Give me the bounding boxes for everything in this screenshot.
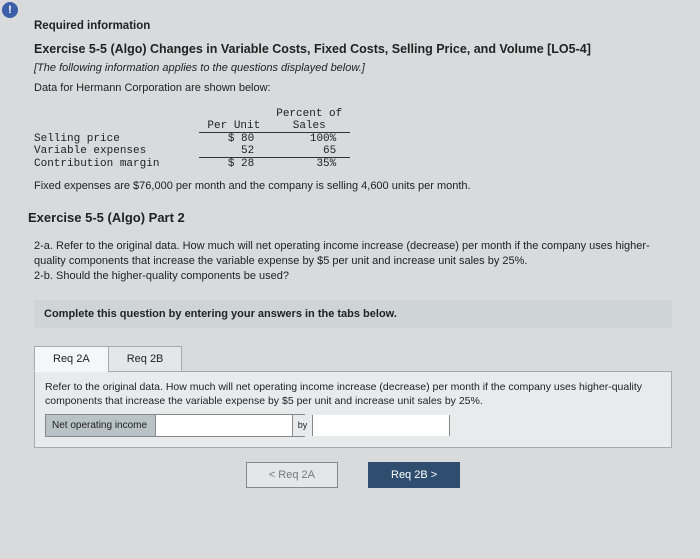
row-pct: 100% [268,133,350,146]
fixed-expenses-note: Fixed expenses are $76,000 per month and… [34,180,672,192]
row-pct: 35% [268,158,350,171]
tab-req-2b[interactable]: Req 2B [108,346,183,372]
row-label: Contribution margin [34,158,199,171]
nav-row: < Req 2A Req 2B > [34,462,672,488]
row-per-unit: 52 [199,145,268,158]
row-label: Selling price [34,133,199,146]
answer-label: Net operating income [46,415,156,437]
exercise-content: Required information Exercise 5-5 (Algo)… [0,0,700,498]
part-title: Exercise 5-5 (Algo) Part 2 [28,210,672,225]
exercise-title: Exercise 5-5 (Algo) Changes in Variable … [34,42,672,56]
panel-question-text: Refer to the original data. How much wil… [45,380,661,408]
noi-by-input[interactable] [313,415,450,437]
complete-instruction-bar: Complete this question by entering your … [34,300,672,328]
row-label: Variable expenses [34,145,199,158]
next-req-2b-button[interactable]: Req 2B > [368,462,460,488]
col-percent-top: Percent of [268,108,350,120]
data-table: Percent of Per Unit Sales Selling price … [34,108,350,170]
table-row: Contribution margin $ 28 35% [34,158,350,171]
tab-panel-req-2a: Refer to the original data. How much wil… [34,371,672,449]
tab-req-2a[interactable]: Req 2A [34,346,109,372]
table-row: Variable expenses 52 65 [34,145,350,158]
row-per-unit: $ 28 [199,158,268,171]
required-information-heading: Required information [34,20,672,32]
col-per-unit [199,108,268,120]
context-note: [The following information applies to th… [34,62,672,74]
tabs-row: Req 2A Req 2B [34,346,672,372]
prev-req-2a-button[interactable]: < Req 2A [246,462,338,488]
noi-amount-input[interactable] [156,415,293,437]
question-2b: 2-b. Should the higher-quality component… [34,270,289,282]
answer-row: Net operating income by [45,414,305,438]
table-row: Selling price $ 80 100% [34,133,350,146]
answer-by-label: by [293,415,313,437]
question-2a: 2-a. Refer to the original data. How muc… [34,240,650,267]
alert-icon: ! [2,2,18,18]
col-per-unit-label: Per Unit [199,120,268,133]
question-text: 2-a. Refer to the original data. How muc… [34,239,672,284]
col-percent-label: Sales [268,120,350,133]
row-pct: 65 [268,145,350,158]
row-per-unit: $ 80 [199,133,268,146]
data-intro: Data for Hermann Corporation are shown b… [34,82,672,94]
